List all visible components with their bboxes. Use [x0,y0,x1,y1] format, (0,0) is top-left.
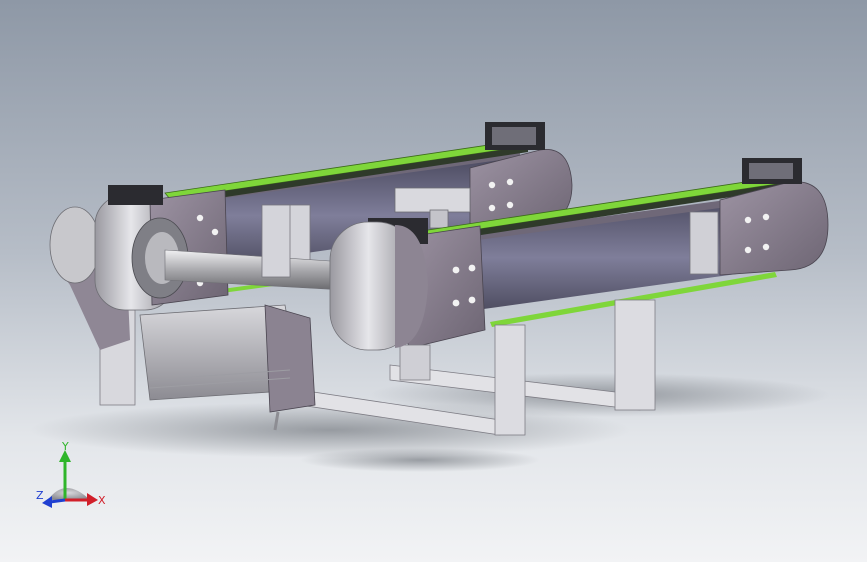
bolt [196,214,204,222]
bolt [488,204,496,212]
front-end-cap [719,181,829,276]
sensor-bracket [394,187,471,213]
base-leg [494,324,526,436]
bolt [762,213,770,221]
z-axis [49,498,66,504]
bolt [468,296,476,304]
bolt [211,228,219,236]
coordinate-triad[interactable]: Y X Z [30,438,120,513]
bolt [744,216,752,224]
shaft-bracket [261,204,291,278]
gearbox-face [49,206,101,284]
base-leg [399,344,431,381]
bolt [488,181,496,189]
front-drum[interactable] [329,221,428,351]
sensor-bracket-detail [429,209,449,229]
ground-shadow [300,448,540,472]
bolt [744,246,752,254]
y-axis-label: Y [61,440,69,453]
x-axis-arrow [87,493,98,506]
bolt [468,264,476,272]
bolt [506,178,514,186]
servo-motor-back [264,304,316,413]
front-bracket [689,211,719,275]
bolt [762,243,770,251]
z-axis-label: Z [36,489,44,502]
bolt [506,201,514,209]
rear-end-block-face [492,127,536,145]
graphics-viewport[interactable]: Y X Z [0,0,867,562]
front-end-block-face [749,163,793,179]
x-axis-label: X [98,494,106,507]
bolt [452,266,460,274]
base-leg [614,299,656,411]
conveyor-assembly-model[interactable] [0,0,867,562]
bolt [452,299,460,307]
drive-block [108,185,163,205]
triad-dome [48,488,90,500]
